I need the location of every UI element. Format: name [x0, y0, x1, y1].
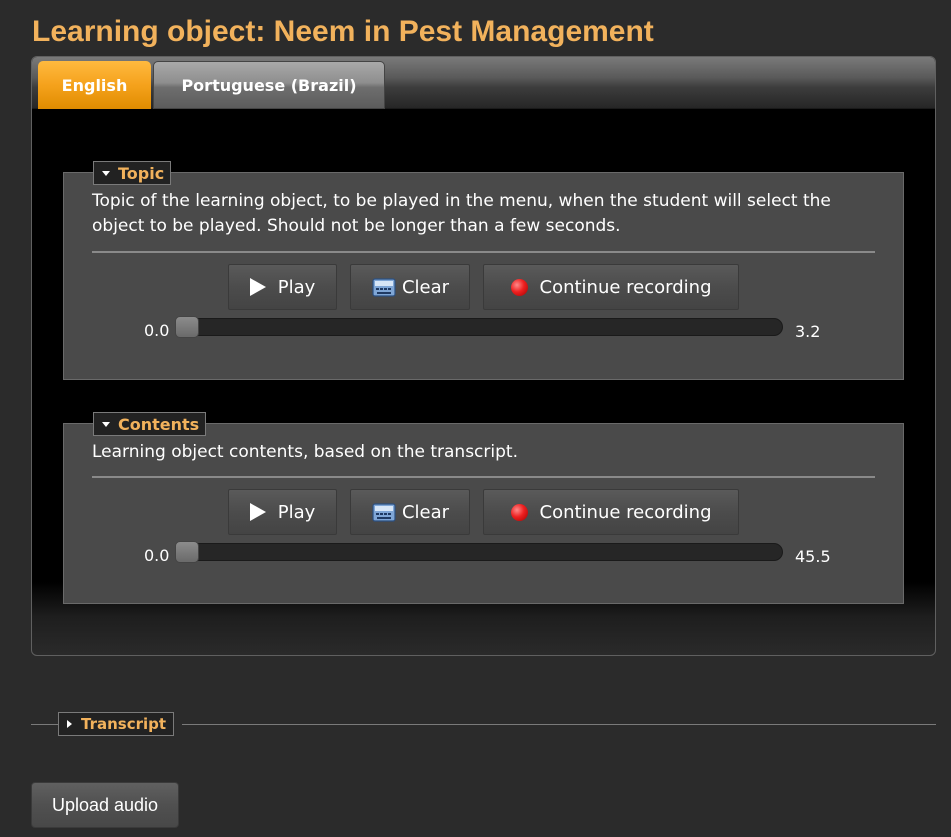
record-icon: [510, 278, 528, 296]
contents-start-time: 0.0: [144, 546, 170, 565]
contents-progress-slider[interactable]: [175, 541, 783, 563]
tab-portuguese-brazil[interactable]: Portuguese (Brazil): [153, 61, 385, 109]
clear-icon: [372, 278, 396, 297]
language-tab-bar: English Portuguese (Brazil): [32, 57, 935, 109]
contents-section-toggle[interactable]: Contents: [93, 412, 207, 436]
topic-clear-label: Clear: [401, 276, 450, 298]
upload-audio-button[interactable]: Upload audio: [31, 782, 179, 828]
topic-play-label: Play: [277, 276, 316, 298]
contents-clear-button[interactable]: Clear: [350, 489, 470, 535]
contents-record-label: Continue recording: [539, 501, 712, 523]
contents-play-label: Play: [277, 501, 316, 523]
contents-continue-recording-button[interactable]: Continue recording: [483, 489, 739, 535]
topic-progress-slider[interactable]: [175, 316, 783, 338]
divider: [31, 724, 58, 725]
topic-description: Topic of the learning object, to be play…: [92, 191, 831, 236]
topic-start-time: 0.0: [144, 321, 170, 340]
slider-thumb[interactable]: [175, 541, 199, 563]
clear-icon: [372, 503, 396, 522]
contents-end-time: 45.5: [795, 547, 831, 566]
caret-right-icon: [67, 720, 72, 728]
contents-clear-label: Clear: [401, 501, 450, 523]
topic-continue-recording-button[interactable]: Continue recording: [483, 264, 739, 310]
topic-section: Topic Topic of the learning object, to b…: [63, 161, 904, 380]
tab-english[interactable]: English: [38, 61, 151, 109]
contents-section: Contents Learning object contents, based…: [63, 412, 904, 604]
topic-play-button[interactable]: Play: [228, 264, 337, 310]
contents-description: Learning object contents, based on the t…: [92, 442, 518, 462]
topic-section-title: Topic: [118, 163, 165, 183]
divider: [92, 476, 875, 478]
record-icon: [510, 503, 528, 521]
language-panel: English Portuguese (Brazil) Topic Topic …: [31, 56, 936, 656]
divider: [92, 251, 875, 253]
play-icon: [249, 278, 266, 296]
play-icon: [249, 503, 266, 521]
topic-record-label: Continue recording: [539, 276, 712, 298]
contents-play-button[interactable]: Play: [228, 489, 337, 535]
transcript-toggle[interactable]: Transcript: [58, 712, 175, 736]
topic-clear-button[interactable]: Clear: [350, 264, 470, 310]
topic-end-time: 3.2: [795, 322, 821, 341]
transcript-title: Transcript: [81, 715, 167, 733]
caret-down-icon: [102, 170, 110, 176]
topic-section-toggle[interactable]: Topic: [93, 161, 172, 185]
page-title: Learning object: Neem in Pest Management: [32, 15, 654, 48]
divider: [182, 724, 936, 725]
slider-thumb[interactable]: [175, 316, 199, 338]
caret-down-icon: [102, 421, 110, 427]
contents-section-title: Contents: [118, 414, 200, 434]
